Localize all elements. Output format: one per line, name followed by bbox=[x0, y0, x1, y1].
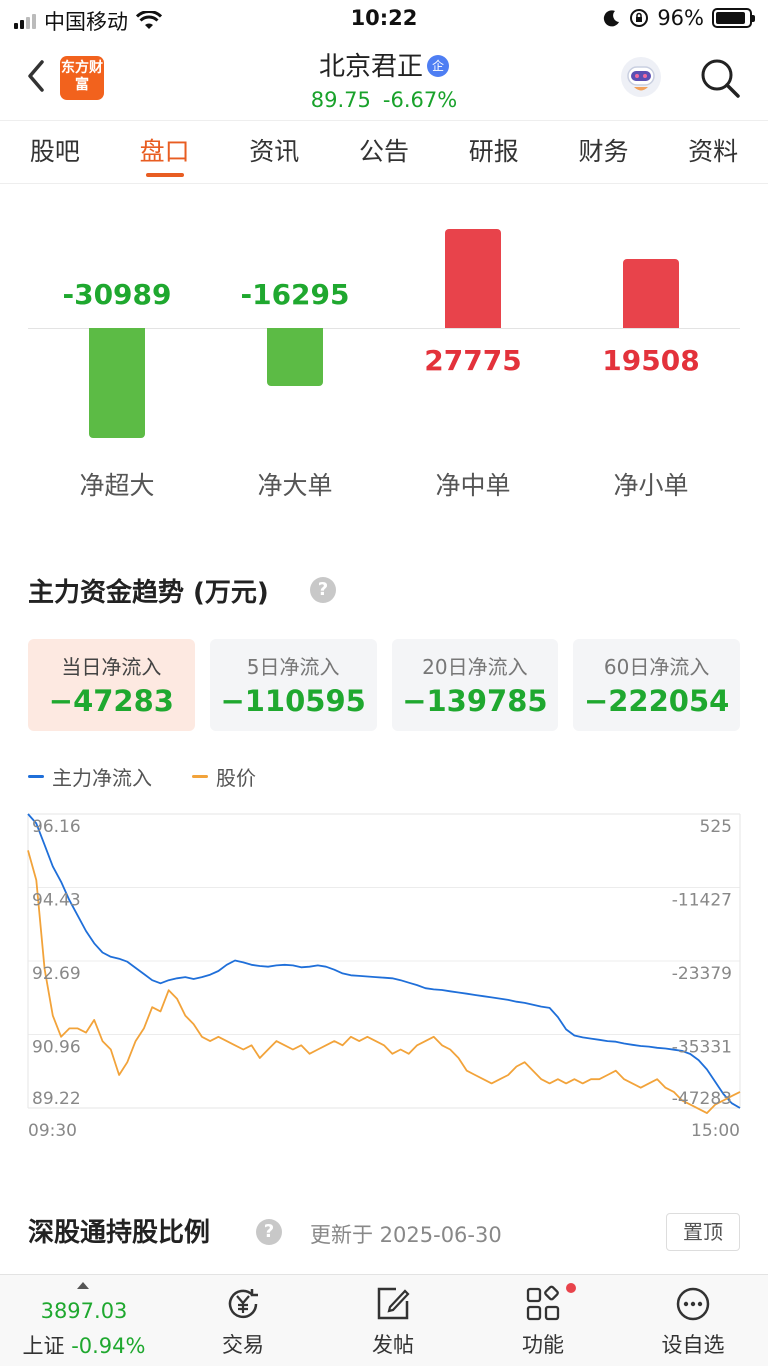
flow-value: -16295 bbox=[240, 278, 350, 311]
fund-flow-bars: -30989 净超大 -16295 净大单 27775 净中单 19508 净小… bbox=[28, 190, 740, 520]
status-right: 96% bbox=[603, 6, 755, 30]
stock-header: 东方财富 北京君正企 89.75 -6.67% bbox=[0, 40, 768, 118]
robot-assistant-icon[interactable] bbox=[618, 54, 664, 100]
period-label: 当日净流入 bbox=[61, 655, 162, 679]
tab-pankou[interactable]: 盘口 bbox=[110, 121, 220, 183]
nav-add-watchlist[interactable]: 设自选 bbox=[618, 1275, 768, 1366]
flow-value: -30989 bbox=[62, 278, 172, 311]
nav-label: 功能 bbox=[522, 1333, 564, 1357]
expand-up-icon bbox=[77, 1282, 89, 1289]
nav-label: 设自选 bbox=[661, 1333, 725, 1357]
period-label: 5日净流入 bbox=[246, 655, 340, 679]
notification-dot bbox=[566, 1283, 576, 1293]
period-label: 60日净流入 bbox=[603, 655, 710, 679]
index-name-change: 上证 -0.94% bbox=[0, 1330, 168, 1360]
status-bar: 中国移动 10:22 96% bbox=[0, 0, 768, 40]
y-left-tick-label: 96.16 bbox=[32, 817, 81, 837]
flow-label: 净超大 bbox=[79, 471, 155, 500]
battery-icon bbox=[712, 8, 755, 28]
flow-column-medium: 27775 净中单 bbox=[384, 190, 562, 520]
stock-price: 89.75 bbox=[310, 88, 371, 112]
bottom-nav: 3897.03 上证 -0.94% 交易 发帖 功能 设自选 bbox=[0, 1274, 768, 1366]
rotation-lock-icon bbox=[630, 9, 649, 27]
legend-swatch bbox=[192, 775, 208, 778]
nav-post[interactable]: 发帖 bbox=[318, 1275, 468, 1366]
y-left-tick-label: 94.43 bbox=[32, 891, 81, 911]
trade-yen-icon bbox=[228, 1289, 258, 1319]
nav-label: 交易 bbox=[222, 1333, 264, 1357]
series-line-price bbox=[27, 850, 741, 1115]
flow-value: 19508 bbox=[602, 344, 700, 377]
period-value: −110595 bbox=[220, 684, 366, 718]
trend-title: 主力资金趋势 (万元) bbox=[28, 578, 269, 608]
flow-bar bbox=[445, 229, 501, 328]
flow-bar bbox=[623, 258, 679, 328]
y-right-tick-label: 525 bbox=[700, 817, 732, 837]
x-tick-label-start: 09:30 bbox=[28, 1121, 77, 1141]
legend-label: 股价 bbox=[216, 766, 256, 790]
index-name: 上证 bbox=[22, 1334, 65, 1358]
flow-label: 净大单 bbox=[257, 471, 333, 500]
flow-label: 净中单 bbox=[435, 471, 511, 500]
period-60d[interactable]: 60日净流入 −222054 bbox=[573, 639, 740, 731]
moon-icon bbox=[604, 10, 620, 27]
index-change: -0.94% bbox=[71, 1334, 146, 1358]
index-value: 3897.03 bbox=[40, 1299, 128, 1323]
enterprise-badge-icon: 企 bbox=[427, 54, 449, 77]
legend-item-main-flow: 主力净流入 bbox=[28, 762, 152, 791]
period-20d[interactable]: 20日净流入 −139785 bbox=[391, 639, 559, 731]
y-right-tick-label: -23379 bbox=[672, 964, 732, 984]
tab-research[interactable]: 研报 bbox=[439, 121, 549, 183]
trend-chart-svg: 96.16 525 94.43 -11427 92.69 -23379 90.96 -3533… bbox=[27, 813, 741, 1141]
help-icon[interactable]: ? bbox=[310, 577, 336, 603]
functions-grid-icon bbox=[526, 1285, 560, 1321]
legend-swatch bbox=[28, 775, 44, 778]
period-5d[interactable]: 5日净流入 −110595 bbox=[209, 639, 377, 731]
holding-updated: 更新于 2025-06-30 bbox=[310, 1223, 502, 1247]
tab-profile[interactable]: 资料 bbox=[658, 121, 768, 183]
flow-value: 27775 bbox=[424, 344, 522, 377]
nav-trade[interactable]: 交易 bbox=[168, 1275, 318, 1366]
x-tick-label-end: 15:00 bbox=[691, 1121, 740, 1141]
nav-functions[interactable]: 功能 bbox=[468, 1275, 618, 1366]
post-edit-icon bbox=[377, 1287, 410, 1320]
index-ticker[interactable]: 3897.03 上证 -0.94% bbox=[0, 1275, 168, 1366]
stock-name: 北京君正 bbox=[318, 52, 423, 82]
chart-legend: 主力净流入 股价 bbox=[28, 762, 256, 791]
period-value: −139785 bbox=[402, 684, 548, 718]
tab-finance[interactable]: 财务 bbox=[549, 121, 659, 183]
period-label: 20日净流入 bbox=[422, 655, 528, 679]
flow-column-super-large: -30989 净超大 bbox=[28, 190, 206, 520]
period-today[interactable]: 当日净流入 −47283 bbox=[28, 639, 195, 731]
search-icon[interactable] bbox=[698, 56, 742, 100]
holding-help-icon[interactable]: ? bbox=[256, 1219, 282, 1245]
period-value: −222054 bbox=[583, 684, 730, 718]
battery-percent: 96% bbox=[657, 6, 704, 30]
flow-column-large: -16295 净大单 bbox=[206, 190, 384, 520]
y-right-tick-label: -35331 bbox=[672, 1038, 732, 1058]
trend-chart[interactable]: 96.16 525 94.43 -11427 92.69 -23379 90.96 -3533… bbox=[0, 800, 768, 1150]
y-left-tick-label: 89.22 bbox=[32, 1089, 81, 1109]
more-dots-icon bbox=[676, 1287, 710, 1321]
y-right-tick-label: -47283 bbox=[672, 1089, 732, 1109]
pin-top-button[interactable]: 置顶 bbox=[666, 1213, 740, 1251]
tab-guba[interactable]: 股吧 bbox=[0, 121, 110, 183]
flow-label: 净小单 bbox=[613, 471, 689, 500]
tab-news[interactable]: 资讯 bbox=[219, 121, 329, 183]
period-selector: 当日净流入 −47283 5日净流入 −110595 20日净流入 −13978… bbox=[28, 639, 740, 731]
tab-bar: 股吧 盘口 资讯 公告 研报 财务 资料 bbox=[0, 120, 768, 184]
y-left-tick-label: 90.96 bbox=[32, 1038, 81, 1058]
flow-bar bbox=[89, 328, 145, 438]
flow-column-small: 19508 净小单 bbox=[562, 190, 740, 520]
y-right-tick-label: -11427 bbox=[672, 891, 732, 911]
legend-item-price: 股价 bbox=[192, 762, 256, 791]
y-left-tick-label: 92.69 bbox=[32, 964, 81, 984]
legend-label: 主力净流入 bbox=[52, 766, 152, 790]
period-value: −47283 bbox=[48, 684, 174, 718]
stock-change: -6.67% bbox=[382, 88, 458, 112]
flow-bar bbox=[267, 328, 323, 386]
nav-label: 发帖 bbox=[372, 1333, 414, 1357]
tab-announcements[interactable]: 公告 bbox=[329, 121, 439, 183]
holding-title: 深股通持股比例 bbox=[28, 1218, 211, 1248]
